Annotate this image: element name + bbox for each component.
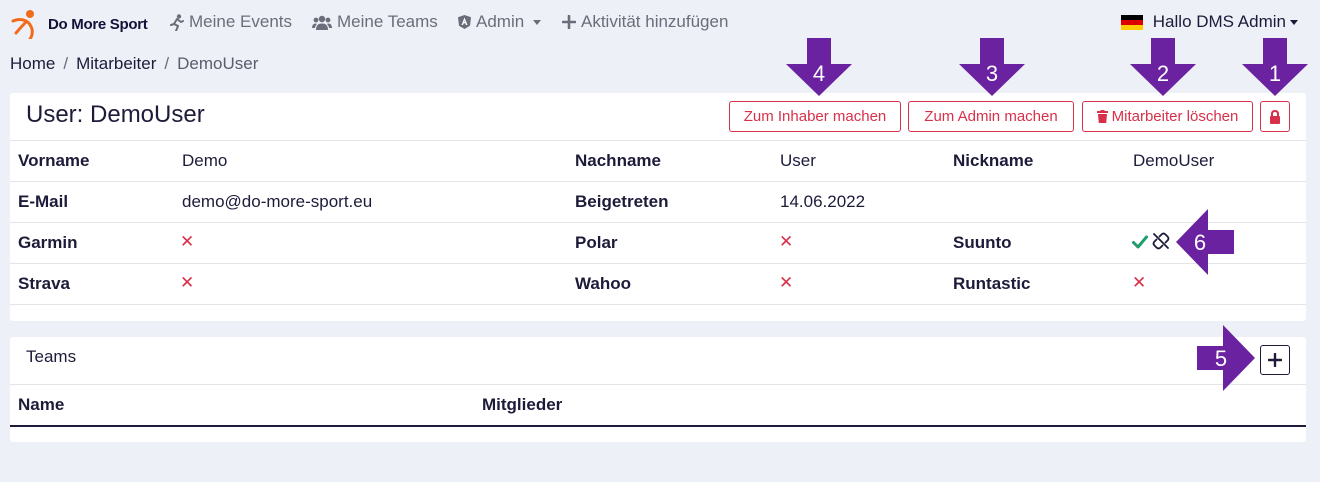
nav-add-activity[interactable]: Aktivität hinzufügen <box>562 12 728 32</box>
annotation-label-3: 3 <box>986 61 998 86</box>
divider <box>10 140 1306 141</box>
suunto-label: Suunto <box>953 233 1012 252</box>
nachname-value: User <box>780 151 816 170</box>
make-owner-button[interactable]: Zum Inhaber machen <box>729 101 901 132</box>
divider <box>10 222 1306 223</box>
divider <box>10 263 1306 264</box>
user-menu-dropdown[interactable]: Hallo DMS Admin <box>1120 12 1298 32</box>
runtastic-not-connected-icon: ✕ <box>1132 273 1147 292</box>
chevron-down-icon <box>533 19 542 25</box>
annotation-label-2: 2 <box>1157 61 1169 86</box>
lock-user-button[interactable] <box>1260 101 1290 132</box>
column-header-mitglieder[interactable]: Mitglieder <box>482 395 562 415</box>
lock-icon <box>1270 109 1280 124</box>
angular-icon <box>458 15 471 29</box>
brand-logo[interactable]: Do More Sport <box>10 9 148 39</box>
breadcrumb-separator: / <box>63 54 69 73</box>
divider <box>10 384 1306 385</box>
strava-label: Strava <box>18 274 70 293</box>
vorname-value: Demo <box>182 151 228 170</box>
plus-icon <box>1268 353 1282 367</box>
annotation-arrow-2: 2 <box>1130 38 1196 96</box>
breadcrumb-separator: / <box>164 54 170 73</box>
vorname-label: Vorname <box>18 151 90 170</box>
annotation-label-4: 4 <box>813 61 825 86</box>
annotation-label-5: 5 <box>1215 346 1227 371</box>
nav-admin-dropdown[interactable]: Admin <box>458 12 542 32</box>
wahoo-label: Wahoo <box>575 274 632 293</box>
nav-label: Admin <box>476 12 525 31</box>
divider <box>10 181 1306 182</box>
page-title: User: DemoUser <box>26 101 205 128</box>
nav-label: Aktivität hinzufügen <box>581 12 729 31</box>
annotation-label-1: 1 <box>1269 61 1281 86</box>
nickname-label: Nickname <box>953 151 1034 170</box>
plus-icon <box>562 15 576 29</box>
annotation-arrow-5: 5 <box>1197 325 1255 391</box>
brand-name: Do More Sport <box>48 15 148 33</box>
email-value: demo@do-more-sport.eu <box>182 192 373 211</box>
column-header-name[interactable]: Name <box>18 395 64 415</box>
breadcrumb-home[interactable]: Home <box>10 54 55 74</box>
nickname-value: DemoUser <box>1133 151 1215 170</box>
runtastic-label: Runtastic <box>953 274 1031 293</box>
teams-card-title: Teams <box>26 347 77 366</box>
add-team-button[interactable] <box>1260 345 1290 375</box>
strava-not-connected-icon: ✕ <box>180 273 195 292</box>
polar-label: Polar <box>575 233 618 252</box>
brand-runner-icon <box>11 10 34 39</box>
german-flag-icon[interactable] <box>1120 14 1143 30</box>
user-greeting: Hallo DMS Admin <box>1153 12 1298 32</box>
make-admin-button[interactable]: Zum Admin machen <box>908 101 1074 132</box>
garmin-label: Garmin <box>18 233 78 252</box>
garmin-not-connected-icon: ✕ <box>180 232 195 251</box>
annotation-arrow-1: 1 <box>1242 38 1308 96</box>
table-header-border <box>10 425 1306 427</box>
breadcrumb: Home / Mitarbeiter / DemoUser <box>10 54 258 74</box>
chevron-down-icon <box>1290 20 1298 26</box>
unlink-icon[interactable] <box>1152 232 1170 250</box>
annotation-label-6: 6 <box>1194 230 1206 255</box>
breadcrumb-current: DemoUser <box>177 54 259 73</box>
annotation-arrow-6: 6 <box>1176 209 1234 275</box>
nav-meine-teams[interactable]: Meine Teams <box>312 12 438 32</box>
teams-card: Teams Name Mitglieder <box>10 337 1306 442</box>
trash-icon <box>1096 110 1108 123</box>
wahoo-not-connected-icon: ✕ <box>779 273 794 292</box>
nav-label: Meine Teams <box>337 12 438 31</box>
annotation-arrow-3: 3 <box>959 38 1025 96</box>
delete-employee-button[interactable]: Mitarbeiter löschen <box>1082 101 1253 132</box>
email-label: E-Mail <box>18 192 69 211</box>
breadcrumb-mitarbeiter[interactable]: Mitarbeiter <box>76 54 156 74</box>
polar-not-connected-icon: ✕ <box>779 232 794 251</box>
divider <box>10 304 1306 305</box>
top-navbar: Do More Sport Meine Events Meine Teams A… <box>0 0 1320 46</box>
suunto-connected-check-icon <box>1132 235 1148 249</box>
nav-meine-events[interactable]: Meine Events <box>170 12 292 32</box>
annotation-arrow-4: 4 <box>786 38 852 96</box>
users-icon <box>312 15 332 30</box>
nachname-label: Nachname <box>575 151 661 170</box>
running-icon <box>170 13 184 31</box>
nav-label: Meine Events <box>189 12 292 31</box>
user-greeting-text: Hallo DMS Admin <box>1152 12 1286 31</box>
joined-label: Beigetreten <box>575 192 669 211</box>
user-detail-card: User: DemoUser Zum Inhaber machen Zum Ad… <box>10 93 1306 321</box>
delete-button-label: Mitarbeiter löschen <box>1111 108 1239 125</box>
joined-value: 14.06.2022 <box>780 192 866 211</box>
